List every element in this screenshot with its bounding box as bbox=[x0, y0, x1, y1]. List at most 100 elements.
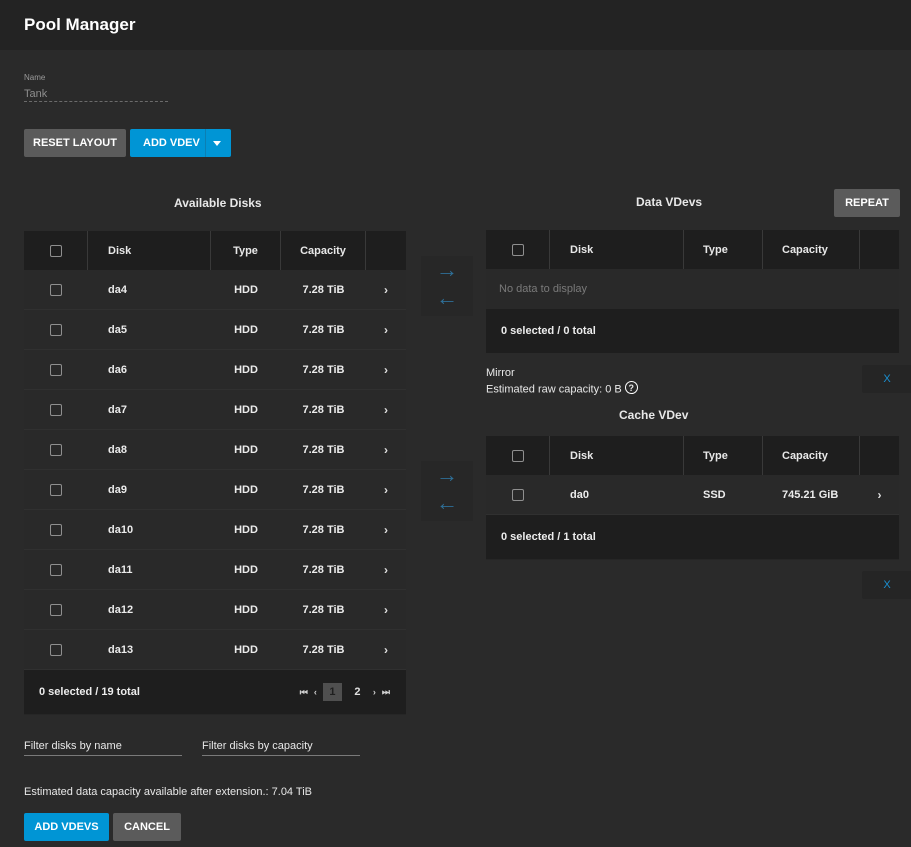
table-row[interactable]: da8 HDD 7.28 TiB › bbox=[24, 430, 406, 470]
chevron-right-icon[interactable]: › bbox=[384, 563, 388, 577]
select-all-checkbox[interactable] bbox=[511, 243, 524, 256]
arrow-right-icon[interactable]: → bbox=[436, 256, 458, 284]
disk-type: HDD bbox=[234, 643, 258, 656]
column-capacity[interactable]: Capacity bbox=[763, 436, 860, 475]
row-checkbox[interactable] bbox=[50, 643, 62, 656]
column-type[interactable]: Type bbox=[684, 230, 763, 269]
table-row[interactable]: da4 HDD 7.28 TiB › bbox=[24, 270, 406, 310]
disk-name: da9 bbox=[108, 483, 127, 496]
table-row[interactable]: da6 HDD 7.28 TiB › bbox=[24, 350, 406, 390]
row-select-cell bbox=[24, 403, 88, 416]
chevron-right-icon[interactable]: › bbox=[384, 643, 388, 657]
page-2[interactable]: 2 bbox=[348, 683, 367, 701]
column-actions bbox=[860, 436, 899, 475]
first-page-icon[interactable]: ⏮ bbox=[300, 687, 308, 698]
remove-data-vdev-button[interactable]: X bbox=[862, 365, 911, 393]
next-page-icon[interactable]: › bbox=[373, 687, 376, 697]
disk-capacity: 7.28 TiB bbox=[302, 283, 345, 296]
cancel-button[interactable]: CANCEL bbox=[113, 813, 181, 841]
row-checkbox[interactable] bbox=[50, 283, 62, 296]
help-circle-icon[interactable]: ? bbox=[624, 381, 638, 394]
arrow-right-icon[interactable]: → bbox=[436, 461, 458, 489]
row-checkbox[interactable] bbox=[50, 603, 62, 616]
available-disks-table: Disk Type Capacity da4 HDD 7.28 TiB › da5 HDD… bbox=[24, 231, 406, 715]
table-row[interactable]: da12 HDD 7.28 TiB › bbox=[24, 590, 406, 630]
remove-cache-vdev-button[interactable]: X bbox=[862, 571, 911, 599]
row-checkbox[interactable] bbox=[50, 443, 62, 456]
disk-capacity: 7.28 TiB bbox=[302, 643, 345, 656]
select-all-checkbox[interactable] bbox=[49, 244, 62, 257]
column-capacity[interactable]: Capacity bbox=[763, 230, 860, 269]
disk-name: da10 bbox=[108, 523, 134, 536]
column-disk[interactable]: Disk bbox=[88, 231, 211, 270]
name-label: Name bbox=[24, 73, 46, 82]
data-vdevs-title: Data VDevs bbox=[636, 195, 703, 209]
filter-by-name-input[interactable]: Filter disks by name bbox=[24, 740, 182, 756]
row-expand-cell: › bbox=[366, 523, 406, 537]
disk-name: da11 bbox=[108, 563, 133, 576]
vdev-layout-label: Mirror bbox=[486, 367, 515, 379]
disk-capacity: 7.28 TiB bbox=[302, 323, 345, 336]
table-footer: 0 selected / 0 total bbox=[486, 309, 899, 353]
disk-type: HDD bbox=[234, 283, 258, 296]
select-all-cell bbox=[486, 436, 550, 475]
add-vdevs-button[interactable]: ADD VDEVS bbox=[24, 813, 109, 841]
disk-type: HDD bbox=[234, 483, 258, 496]
table-row[interactable]: da7 HDD 7.28 TiB › bbox=[24, 390, 406, 430]
column-actions bbox=[366, 231, 406, 270]
prev-page-icon[interactable]: ‹ bbox=[314, 687, 317, 697]
row-checkbox[interactable] bbox=[50, 323, 62, 336]
table-row[interactable]: da0 SSD 745.21 GiB › bbox=[486, 475, 899, 515]
filter-by-capacity-input[interactable]: Filter disks by capacity bbox=[202, 740, 360, 756]
column-disk[interactable]: Disk bbox=[550, 436, 684, 475]
arrow-left-icon[interactable]: ← bbox=[436, 489, 458, 517]
table-footer: 0 selected / 1 total bbox=[486, 515, 899, 559]
selection-count: 0 selected / 1 total bbox=[501, 531, 596, 543]
repeat-button[interactable]: REPEAT bbox=[834, 189, 900, 217]
add-vdev-button[interactable]: ADD VDEV bbox=[130, 129, 231, 157]
disk-name: da6 bbox=[108, 363, 127, 376]
available-disks-title: Available Disks bbox=[174, 196, 262, 210]
disk-type: HDD bbox=[234, 603, 258, 616]
row-checkbox[interactable] bbox=[50, 563, 62, 576]
chevron-right-icon[interactable]: › bbox=[384, 283, 388, 297]
table-row[interactable]: da10 HDD 7.28 TiB › bbox=[24, 510, 406, 550]
chevron-right-icon[interactable]: › bbox=[384, 323, 388, 337]
disk-name: da4 bbox=[108, 283, 127, 296]
chevron-right-icon[interactable]: › bbox=[878, 488, 882, 502]
row-select-cell bbox=[24, 443, 88, 456]
reset-layout-button[interactable]: RESET LAYOUT bbox=[24, 129, 126, 157]
name-input[interactable] bbox=[24, 82, 168, 102]
row-checkbox[interactable] bbox=[50, 523, 62, 536]
column-type[interactable]: Type bbox=[211, 231, 281, 270]
chevron-right-icon[interactable]: › bbox=[384, 603, 388, 617]
disk-type: SSD bbox=[703, 488, 726, 501]
select-all-checkbox[interactable] bbox=[511, 449, 524, 462]
split-divider bbox=[205, 129, 206, 157]
disk-capacity: 7.28 TiB bbox=[302, 363, 345, 376]
column-capacity[interactable]: Capacity bbox=[281, 231, 366, 270]
row-checkbox[interactable] bbox=[512, 488, 524, 501]
data-vdev-move-controls: → ← bbox=[421, 256, 473, 316]
page-1[interactable]: 1 bbox=[322, 683, 342, 701]
chevron-right-icon[interactable]: › bbox=[384, 403, 388, 417]
chevron-right-icon[interactable]: › bbox=[384, 363, 388, 377]
chevron-right-icon[interactable]: › bbox=[384, 483, 388, 497]
arrow-left-icon[interactable]: ← bbox=[436, 284, 458, 312]
caret-down-icon[interactable] bbox=[213, 141, 221, 146]
row-expand-cell: › bbox=[366, 363, 406, 377]
cache-vdev-table: Disk Type Capacity da0 SSD 745.21 GiB › … bbox=[486, 436, 899, 560]
column-disk[interactable]: Disk bbox=[550, 230, 684, 269]
chevron-right-icon[interactable]: › bbox=[384, 523, 388, 537]
row-checkbox[interactable] bbox=[50, 403, 62, 416]
table-row[interactable]: da5 HDD 7.28 TiB › bbox=[24, 310, 406, 350]
table-row[interactable]: da11 HDD 7.28 TiB › bbox=[24, 550, 406, 590]
last-page-icon[interactable]: ⏭ bbox=[382, 687, 390, 698]
row-checkbox[interactable] bbox=[50, 363, 62, 376]
disk-type: HDD bbox=[234, 363, 258, 376]
column-type[interactable]: Type bbox=[684, 436, 763, 475]
row-checkbox[interactable] bbox=[50, 483, 62, 496]
table-row[interactable]: da13 HDD 7.28 TiB › bbox=[24, 630, 406, 670]
table-row[interactable]: da9 HDD 7.28 TiB › bbox=[24, 470, 406, 510]
chevron-right-icon[interactable]: › bbox=[384, 443, 388, 457]
